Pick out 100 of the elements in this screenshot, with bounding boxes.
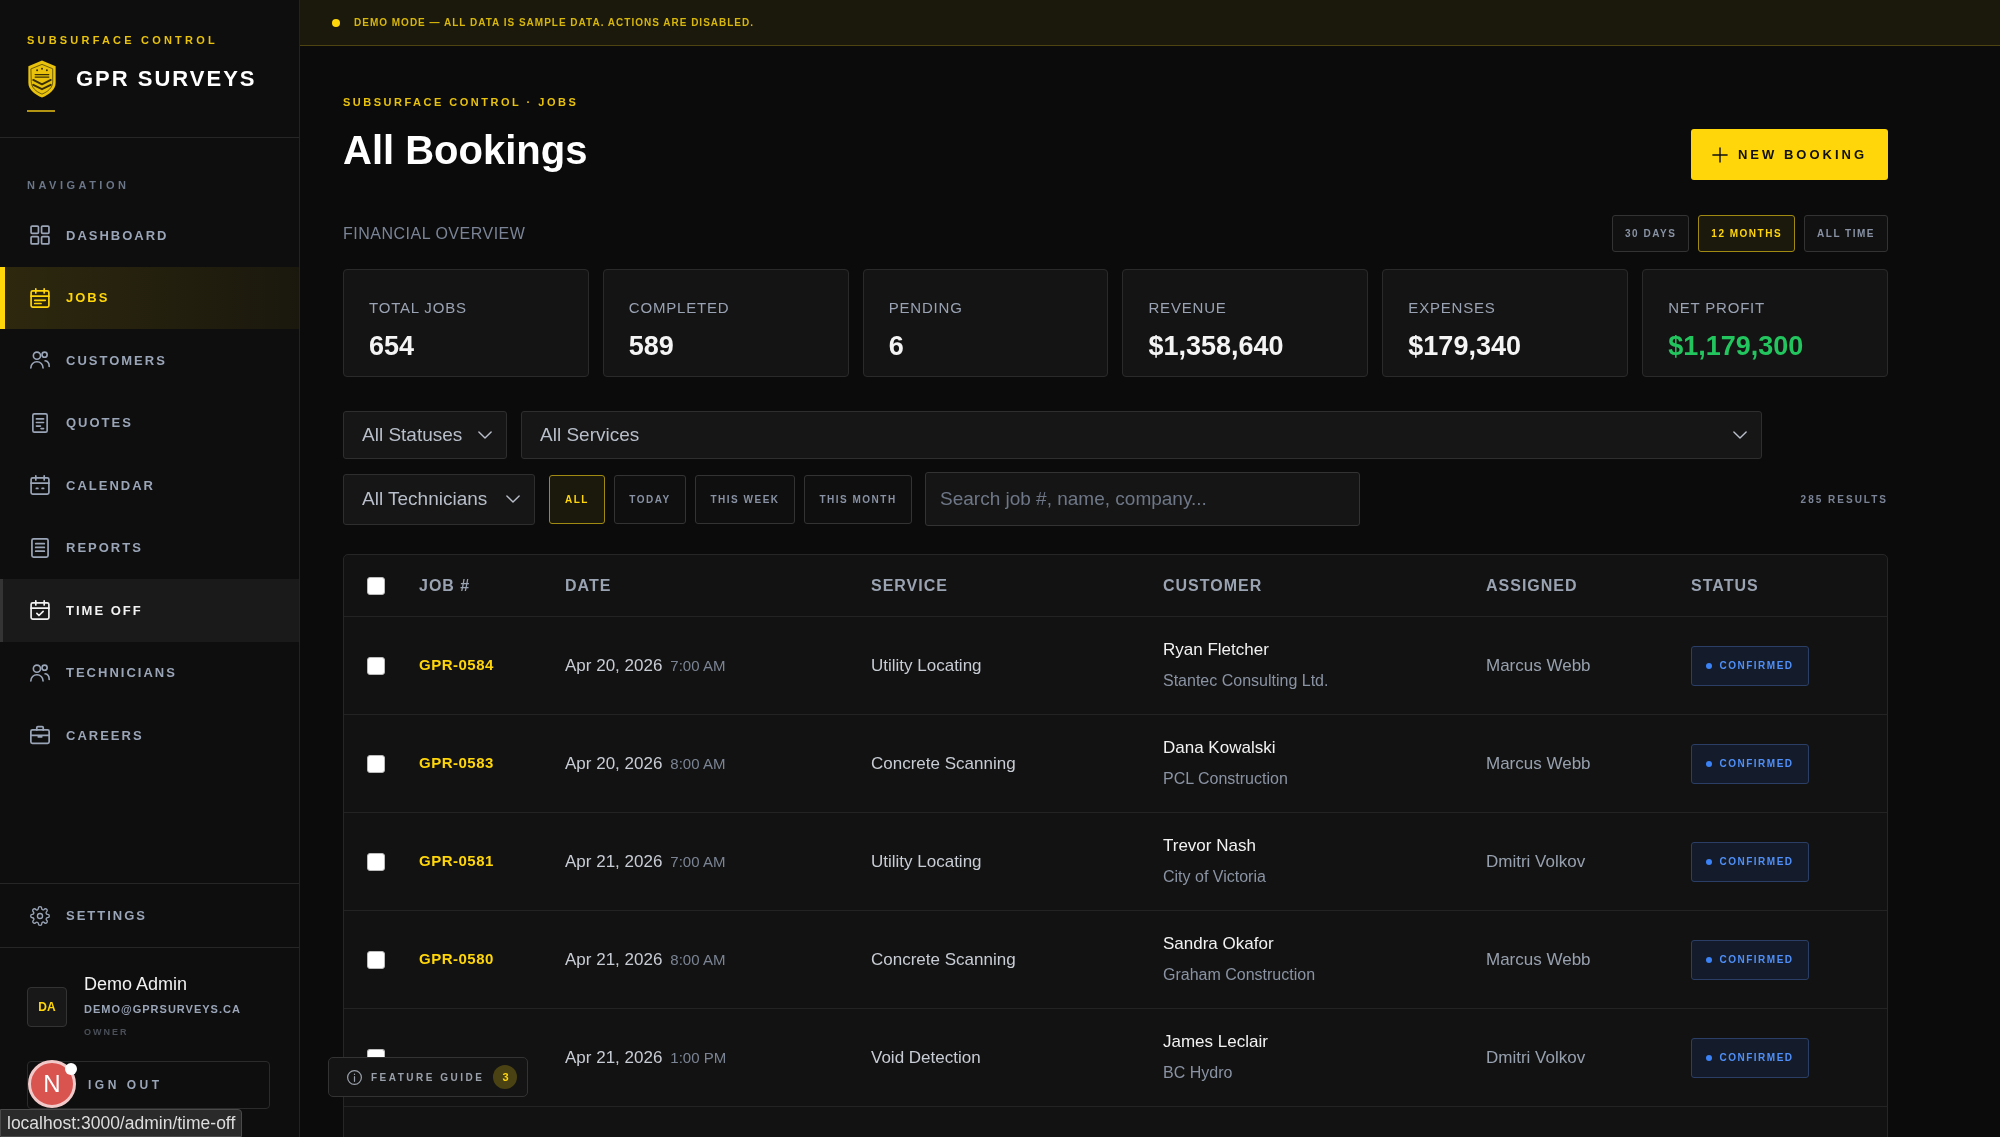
range-toggle[interactable]: ALL TIME — [1804, 215, 1888, 252]
stat-value: 589 — [628, 331, 674, 361]
job-number-link[interactable]: GPR-0580 — [419, 948, 494, 971]
notification-dot-icon — [65, 1063, 77, 1075]
nav-link[interactable]: CUSTOMERS — [0, 329, 299, 392]
section-label: NAVIGATION — [27, 178, 130, 192]
status-text: CONFIRMED — [1719, 1051, 1794, 1065]
nav-link[interactable]: JOBS — [0, 266, 299, 329]
date-text: Apr 20, 2026 — [565, 753, 663, 773]
column-header: DATE — [565, 575, 612, 596]
grid-icon — [30, 225, 50, 246]
brand-tagline: SUBSURFACE CONTROL — [27, 33, 218, 47]
calendar-icon — [30, 475, 50, 496]
period-filter-chip[interactable]: THIS MONTH — [804, 474, 912, 524]
period-filter-chip[interactable]: TODAY — [614, 474, 686, 524]
results-count: 285 RESULTS — [1800, 492, 1888, 507]
status-text: CONFIRMED — [1719, 855, 1794, 869]
status-text: CONFIRMED — [1719, 953, 1794, 967]
page-title: All Bookings — [343, 127, 588, 173]
time-text: 1:00 PM — [670, 1048, 727, 1066]
new-booking-button[interactable]: NEW BOOKING — [1691, 129, 1888, 180]
section-heading: FINANCIAL OVERVIEW — [343, 223, 526, 244]
row-checkbox[interactable] — [367, 950, 385, 969]
demo-banner-text: DEMO MODE — ALL DATA IS SAMPLE DATA. ACTIONS ARE DISABLED. — [354, 16, 755, 30]
nav-link[interactable]: QUOTES — [0, 391, 299, 454]
status-text: CONFIRMED — [1719, 659, 1794, 673]
column-header: CUSTOMER — [1163, 575, 1263, 596]
nav-link[interactable]: DASHBOARD — [0, 204, 299, 267]
company-name: City of Victoria — [1163, 867, 1266, 887]
nav-link[interactable]: TECHNICIANS — [0, 641, 299, 704]
select-all-checkbox[interactable] — [367, 576, 385, 595]
row-checkbox[interactable] — [367, 754, 385, 773]
status-dot-icon — [1706, 760, 1713, 767]
stat-label: EXPENSES — [1408, 299, 1496, 317]
search-field[interactable]: Search job #, name, company... — [925, 472, 1360, 526]
status-dot-icon — [1706, 858, 1713, 865]
document-icon — [30, 412, 50, 433]
period-filter-chip[interactable]: THIS WEEK — [695, 474, 795, 524]
link-url-tooltip: localhost:3000/admin/time-off — [0, 1109, 243, 1137]
gear-icon — [30, 905, 50, 926]
date-text: Apr 21, 2026 — [565, 1047, 663, 1067]
row-checkbox[interactable] — [367, 852, 385, 871]
user-avatar: DA — [27, 987, 67, 1027]
range-toggle[interactable]: 30 DAYS — [1612, 215, 1690, 252]
time-text: 8:00 AM — [670, 950, 726, 968]
nav-link[interactable]: CAREERS — [0, 704, 299, 767]
service-text: Void Detection — [871, 1046, 981, 1069]
brand-name: GPR SURVEYS — [76, 66, 257, 92]
customer-name: Trevor Nash — [1163, 835, 1256, 857]
job-number-link[interactable]: GPR-0583 — [419, 752, 494, 775]
user-name: Demo Admin — [84, 973, 188, 995]
stat-value: $1,179,300 — [1668, 331, 1804, 361]
range-toggle[interactable]: 12 MONTHS — [1698, 215, 1796, 252]
status-dot-icon — [332, 18, 340, 27]
feature-guide-button[interactable]: FEATURE GUIDE 3 — [328, 1057, 529, 1097]
job-number-link[interactable]: GPR-0584 — [419, 654, 494, 677]
service-text: Utility Locating — [871, 850, 982, 873]
nav-link[interactable]: REPORTS — [0, 516, 299, 579]
stat-label: TOTAL JOBS — [369, 299, 467, 317]
technician-filter-select[interactable]: All Technicians — [343, 473, 535, 525]
service-text: Utility Locating — [871, 654, 982, 677]
column-header: SERVICE — [871, 575, 948, 596]
customer-name: Dana Kowalski — [1163, 737, 1276, 759]
nav-link[interactable]: TIME OFF — [0, 579, 299, 642]
stat-value: 6 — [888, 331, 904, 361]
technician-name: Dmitri Volkov — [1486, 1046, 1586, 1069]
settings-link[interactable]: SETTINGS — [0, 884, 299, 947]
user-email: DEMO@GPRSURVEYS.CA — [84, 1002, 241, 1017]
time-text: 7:00 AM — [670, 852, 726, 870]
technician-name: Dmitri Volkov — [1486, 850, 1586, 873]
stat-label: PENDING — [888, 299, 963, 317]
service-filter-select[interactable]: All Services — [521, 411, 1762, 459]
customer-name: James Leclair — [1163, 1031, 1268, 1053]
chevron-down-icon — [1733, 431, 1747, 439]
people-icon — [30, 662, 50, 683]
breadcrumb-text: SUBSURFACE CONTROL · JOBS — [343, 95, 579, 109]
status-dot-icon — [1706, 956, 1713, 963]
period-filter-chip[interactable]: ALL — [549, 474, 605, 524]
people-icon — [30, 350, 50, 371]
status-filter-select[interactable]: All Statuses — [343, 411, 507, 459]
nav-link[interactable]: CALENDAR — [0, 454, 299, 517]
row-checkbox[interactable] — [367, 1048, 385, 1057]
calendar-check-icon — [30, 600, 50, 621]
stat-value: 654 — [369, 331, 415, 361]
column-header: JOB # — [419, 575, 471, 596]
job-number-link[interactable]: GPR-0581 — [419, 850, 494, 873]
technician-name: Marcus Webb — [1486, 654, 1591, 677]
stat-value: $179,340 — [1408, 331, 1521, 361]
company-name: BC Hydro — [1163, 1063, 1233, 1083]
document-icon — [30, 537, 50, 558]
status-text: CONFIRMED — [1719, 757, 1794, 771]
briefcase-icon — [30, 725, 50, 746]
chevron-down-icon — [506, 495, 520, 503]
customer-name: Sandra Okafor — [1163, 933, 1274, 955]
plus-icon — [1711, 146, 1728, 163]
company-name: PCL Construction — [1163, 769, 1288, 789]
row-checkbox[interactable] — [367, 656, 385, 675]
user-role: OWNER — [84, 1026, 129, 1039]
guide-count: 3 — [493, 1065, 518, 1089]
shield-logo-icon — [27, 60, 57, 98]
